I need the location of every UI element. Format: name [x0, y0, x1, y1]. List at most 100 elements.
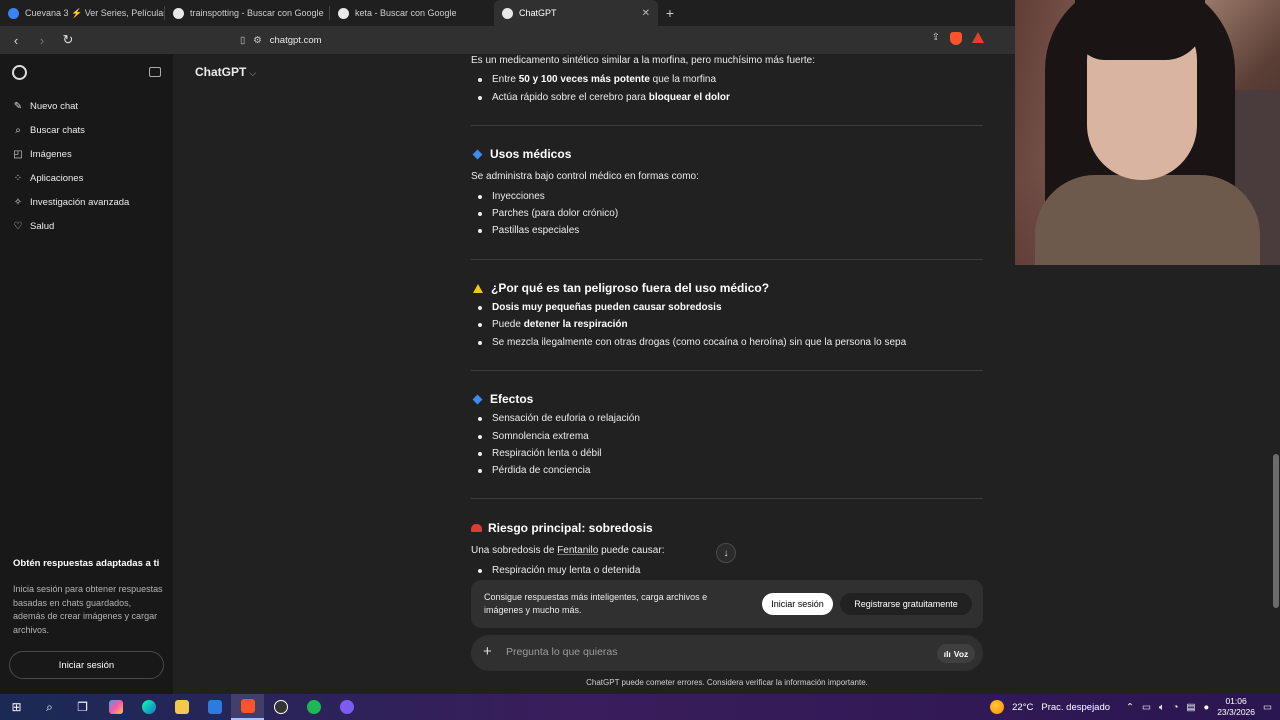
windows-start-icon[interactable]: ⊞	[0, 694, 33, 720]
address-bar[interactable]: ▯ ⚙ chatgpt.com	[240, 30, 1000, 50]
disclaimer-text: ChatGPT puede cometer errores. Considera…	[586, 678, 868, 687]
list-item: Respiración lenta o débil	[478, 448, 602, 459]
clock[interactable]: 01:06 23/3/2026	[1217, 696, 1255, 718]
prompt-composer[interactable]: + Pregunta lo que quieras ılı Voz	[471, 635, 983, 671]
sidebar-login-promo: Obtén respuestas adaptadas a ti Inicia s…	[13, 558, 163, 637]
attach-plus-icon[interactable]: +	[483, 643, 492, 660]
forward-icon[interactable]: ›	[34, 33, 50, 48]
fentanilo-link[interactable]: Fentanilo	[557, 545, 598, 556]
sidebar-item-aplicaciones[interactable]: ⁘ Aplicaciones	[0, 166, 173, 190]
back-icon[interactable]: ‹	[8, 33, 24, 48]
copilot-icon[interactable]	[99, 694, 132, 720]
close-tab-icon[interactable]: ✕	[642, 8, 650, 19]
list-item: Parches (para dolor crónico)	[477, 208, 619, 219]
google-favicon-icon	[173, 7, 184, 19]
bookmark-icon[interactable]: ▯	[240, 35, 245, 46]
cuevana-favicon-icon	[8, 7, 19, 19]
chevron-up-icon[interactable]: ⌃	[1126, 702, 1134, 713]
upsell-register-button[interactable]: Registrarse gratuitamente	[840, 593, 972, 615]
text: Entre	[492, 74, 519, 85]
bold-text: bloquear el dolor	[648, 92, 730, 103]
webcam-overlay	[1015, 0, 1280, 265]
store-icon[interactable]	[198, 694, 231, 720]
network-icon[interactable]: ◔	[1173, 702, 1179, 713]
scroll-down-button[interactable]: ↓	[716, 543, 736, 563]
sidebar-item-label: Buscar chats	[30, 124, 85, 136]
bold-text: 50 y 100 veces más potente	[518, 74, 650, 85]
sidebar-item-label: Salud	[30, 220, 55, 232]
close-sidebar-icon[interactable]	[149, 67, 161, 77]
browser-tab-trainspotting[interactable]: trainspotting - Buscar con Google	[165, 0, 329, 26]
sidebar-item-imagenes[interactable]: ◰ Imágenes	[0, 142, 173, 166]
brave-shields-icon[interactable]	[950, 32, 962, 45]
copilot-glyph	[108, 700, 123, 714]
brave-icon[interactable]	[231, 694, 264, 720]
edge-glyph	[141, 700, 156, 714]
browser-tab-cuevana[interactable]: Cuevana 3 ⚡ Ver Series, Películas y	[0, 0, 164, 26]
new-tab-icon[interactable]: +	[658, 0, 682, 26]
arrow-down-icon: ↓	[723, 547, 729, 559]
discord-icon[interactable]	[330, 694, 363, 720]
edge-icon[interactable]	[132, 694, 165, 720]
intro-paragraph: Es un medicamento sintético similar a la…	[471, 55, 816, 66]
model-selector[interactable]: ChatGPT ⌵	[195, 65, 256, 79]
list-item: Pastillas especiales	[477, 225, 580, 236]
research-icon: ✧	[13, 196, 23, 208]
notes-icon[interactable]: ▤	[1186, 702, 1195, 713]
microphone-icon[interactable]: ●	[1203, 702, 1209, 713]
battery-icon[interactable]: ▭	[1142, 702, 1151, 713]
clock-time: 01:06	[1225, 696, 1247, 706]
browser-tab-keta[interactable]: keta - Buscar con Google	[330, 0, 494, 26]
voice-button[interactable]: ılı Voz	[937, 644, 975, 663]
spotify-icon[interactable]	[297, 694, 330, 720]
reload-icon[interactable]: ↻	[60, 32, 76, 48]
list-item: Entre 50 y 100 veces más potente que la …	[477, 74, 717, 85]
browser-tab-chatgpt[interactable]: ChatGPT ✕	[494, 0, 658, 26]
edit-icon: ✎	[13, 100, 23, 112]
temperature[interactable]: 22°C	[1012, 702, 1033, 713]
sidebar-header	[0, 54, 173, 90]
openai-logo-icon[interactable]	[12, 64, 27, 80]
address-bar-actions: ⇪	[932, 32, 984, 45]
task-view-icon[interactable]: ❐	[66, 694, 99, 720]
heading-text: Usos médicos	[490, 147, 572, 161]
sidebar-item-nuevo-chat[interactable]: ✎ Nuevo chat	[0, 94, 173, 118]
brave-glyph	[240, 699, 255, 713]
sidebar-item-salud[interactable]: ♡ Salud	[0, 214, 173, 238]
prompt-input[interactable]: Pregunta lo que quieras	[506, 646, 618, 658]
scrollbar-thumb[interactable]	[1273, 454, 1279, 608]
windows-taskbar: ⊞ ⌕ ❐ 22°C Prac. despejado ⌃ ▭ 🔈︎ ◔ ▤ ● …	[0, 694, 1280, 720]
share-icon[interactable]: ⇪	[932, 32, 940, 45]
webcam-person-bangs	[1075, 0, 1205, 60]
divider	[471, 498, 983, 499]
tab-title: ChatGPT	[519, 8, 557, 18]
heart-icon: ♡	[13, 220, 23, 232]
discord-glyph	[339, 700, 354, 714]
login-upsell-banner: Consigue respuestas más inteligentes, ca…	[471, 580, 983, 628]
sidebar-login-button[interactable]: Iniciar sesión	[9, 651, 164, 679]
webcam-person-shirt	[1035, 175, 1260, 265]
brave-rewards-icon[interactable]	[972, 32, 984, 43]
sidebar-item-buscar-chats[interactable]: ⌕ Buscar chats	[0, 118, 173, 142]
sidebar: ✎ Nuevo chat ⌕ Buscar chats ◰ Imágenes ⁘…	[0, 54, 173, 694]
weather-text[interactable]: Prac. despejado	[1041, 702, 1110, 713]
section-heading: Usos médicos	[471, 147, 571, 161]
sidebar-item-label: Aplicaciones	[30, 172, 84, 184]
text: que la morfina	[649, 74, 717, 85]
divider	[471, 125, 983, 126]
voice-label: Voz	[953, 648, 969, 659]
sidebar-item-investigacion[interactable]: ✧ Investigación avanzada	[0, 190, 173, 214]
sidebar-item-label: Imágenes	[30, 148, 72, 160]
paragraph: Se administra bajo control médico en for…	[471, 171, 699, 182]
divider	[471, 259, 983, 260]
site-info-icon[interactable]: ⚙	[253, 35, 262, 46]
notifications-icon[interactable]: ▭	[1263, 702, 1272, 713]
file-explorer-icon[interactable]	[165, 694, 198, 720]
store-glyph	[207, 700, 222, 714]
search-icon[interactable]: ⌕	[33, 694, 66, 720]
list-item: Dosis muy pequeñas pueden causar sobredo…	[478, 302, 722, 313]
obs-icon[interactable]	[264, 694, 297, 720]
volume-icon[interactable]: 🔈︎	[1159, 702, 1165, 713]
weather-icon[interactable]	[990, 700, 1005, 714]
upsell-login-button[interactable]: Iniciar sesión	[762, 593, 833, 615]
